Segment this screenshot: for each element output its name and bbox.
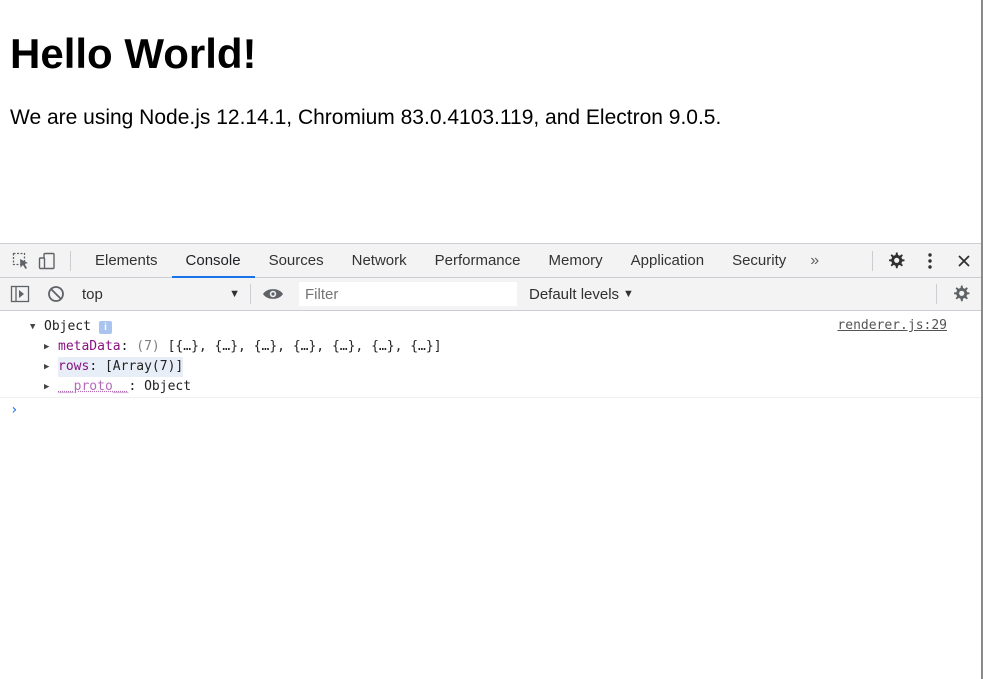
toolbar-actions (936, 278, 981, 310)
close-icon[interactable] (947, 244, 981, 277)
context-label: top (82, 285, 103, 303)
toolbar-right-divider (936, 284, 937, 304)
property-key: rows (58, 359, 90, 374)
toolbar-divider (250, 284, 251, 304)
property-separator: : (120, 339, 137, 354)
tab-elements[interactable]: Elements (81, 244, 172, 277)
settings-gear-icon[interactable] (879, 244, 913, 277)
property-value: Object (144, 379, 192, 394)
tabbar-actions-divider (872, 250, 873, 271)
devtools-tabbar: Elements Console Sources Network Perform… (0, 244, 981, 278)
property-metadata[interactable]: ▶ metaData: (7) [{…}, {…}, {…}, {…}, {…},… (30, 337, 981, 357)
tabbar-actions (866, 244, 981, 277)
log-levels-label: Default levels (529, 285, 620, 303)
version-text: We are using Node.js 12.14.1, Chromium 8… (10, 106, 722, 129)
inspect-element-icon[interactable] (8, 244, 34, 277)
tab-console[interactable]: Console (171, 244, 255, 278)
info-badge-icon[interactable]: i (98, 320, 112, 334)
expand-triangle-right-icon[interactable]: ▶ (44, 337, 58, 357)
console-output: renderer.js:29 ▼ Object i ▶ metaData: (7) [… (0, 311, 981, 420)
tab-network[interactable]: Network (338, 244, 421, 277)
devtools-panel: Elements Console Sources Network Perform… (0, 243, 981, 679)
console-log-entry: renderer.js:29 ▼ Object i ▶ metaData: (7) [… (0, 311, 981, 398)
device-toolbar-icon[interactable] (34, 244, 60, 277)
tab-sources[interactable]: Sources (255, 244, 338, 277)
tab-memory[interactable]: Memory (535, 244, 617, 277)
filter-input[interactable] (305, 285, 516, 303)
clear-console-icon[interactable] (38, 278, 74, 310)
expand-triangle-down-icon[interactable]: ▼ (30, 317, 44, 337)
app-page: Hello World! We are using Node.js 12.14.… (0, 0, 983, 244)
property-value: [{…}, {…}, {…}, {…}, {…}, {…}, {…}] (167, 339, 442, 354)
property-rows[interactable]: ▶ rows: [Array(7)] (30, 357, 981, 377)
property-proto[interactable]: ▶ __proto__: Object (30, 377, 981, 397)
context-selector[interactable]: top ▼ (74, 282, 246, 306)
chevron-down-icon: ▼ (623, 288, 634, 300)
more-tabs-chevron-icon[interactable]: » (800, 244, 829, 277)
property-value: [Array(7)] (104, 359, 184, 374)
eye-icon[interactable] (255, 278, 291, 310)
console-toolbar: top ▼ Default levels ▼ (0, 278, 981, 311)
tab-performance[interactable]: Performance (421, 244, 535, 277)
property-rows-highlight: rows: [Array(7)] (58, 357, 184, 377)
show-sidebar-icon[interactable] (2, 278, 38, 310)
property-separator: : (89, 359, 105, 374)
source-link[interactable]: renderer.js:29 (837, 318, 947, 333)
page-heading: Hello World! (10, 30, 257, 77)
property-key: metaData (58, 339, 121, 354)
expand-triangle-right-icon[interactable]: ▶ (44, 357, 58, 377)
object-label: Object (44, 319, 91, 334)
expand-triangle-right-icon[interactable]: ▶ (44, 377, 58, 397)
kebab-menu-icon[interactable] (913, 244, 947, 277)
log-levels-dropdown[interactable]: Default levels ▼ (529, 286, 634, 303)
array-count: (7) (136, 339, 168, 354)
filter-input-wrapper (299, 282, 517, 306)
chevron-down-icon: ▼ (229, 288, 240, 300)
console-prompt[interactable]: › (0, 398, 981, 420)
console-settings-icon[interactable] (947, 278, 975, 310)
tabbar-divider (70, 251, 71, 271)
tab-application[interactable]: Application (617, 244, 718, 277)
tab-security[interactable]: Security (718, 244, 800, 277)
property-separator: : (128, 379, 145, 394)
property-key: __proto__ (58, 379, 129, 394)
prompt-chevron-icon: › (10, 402, 19, 418)
